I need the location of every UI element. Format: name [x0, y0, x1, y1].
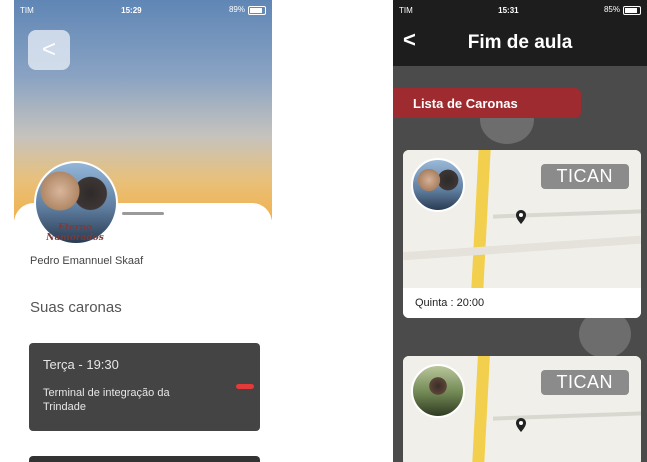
- left-phone-screen: TIM 15:29 89% < Eterno Namorados Pedro E…: [14, 0, 272, 462]
- map-road: [471, 150, 491, 288]
- clock: 15:31: [498, 5, 519, 15]
- battery-indicator: 89%: [229, 5, 266, 15]
- page-title: Fim de aula: [467, 32, 573, 53]
- battery-icon: [247, 5, 266, 15]
- drag-handle[interactable]: [122, 212, 164, 215]
- map-pin-icon: [516, 418, 526, 432]
- map: TICAN: [403, 150, 641, 288]
- carrier-label: TIM: [20, 5, 34, 15]
- ride-time: Quinta : 20:00: [403, 288, 641, 318]
- map: TICAN: [403, 356, 641, 462]
- user-name: Pedro Emannuel Skaaf: [30, 255, 144, 267]
- tab-lista-de-caronas[interactable]: Lista de Caronas: [393, 88, 581, 118]
- ride-card[interactable]: [29, 456, 260, 462]
- map-pin-icon: [516, 210, 526, 224]
- map-road: [403, 235, 641, 261]
- chevron-left-icon: <: [41, 36, 56, 63]
- battery-indicator: 85%: [604, 5, 641, 15]
- status-bar: TIM 15:31 85%: [393, 0, 647, 20]
- ride-card[interactable]: Terça - 19:30 Terminal de integração da …: [29, 343, 260, 431]
- status-bar: TIM 15:29 89%: [14, 0, 272, 20]
- status-indicator: [236, 384, 254, 389]
- right-phone-screen: TIM 15:31 85% < Fim de aula Lista de Car…: [393, 0, 647, 462]
- back-button[interactable]: <: [28, 30, 70, 70]
- header: TIM 15:31 85% < Fim de aula: [393, 0, 647, 66]
- route-badge: TICAN: [540, 370, 629, 395]
- ride-time: Terça - 19:30: [43, 357, 119, 372]
- ride-card[interactable]: TICAN: [403, 356, 641, 462]
- route-badge: TICAN: [540, 164, 629, 189]
- ride-place: Terminal de integração da Trindade: [43, 387, 170, 413]
- avatar: [411, 158, 465, 212]
- clock: 15:29: [121, 5, 142, 15]
- tab-label: Lista de Caronas: [413, 95, 518, 111]
- ride-card[interactable]: TICAN Quinta : 20:00: [403, 150, 641, 318]
- avatar-caption: Eterno Namorados: [46, 223, 104, 243]
- battery-icon: [622, 5, 641, 15]
- section-title: Suas caronas: [30, 299, 122, 316]
- carrier-label: TIM: [399, 5, 413, 15]
- avatar: [411, 364, 465, 418]
- map-road: [472, 356, 490, 462]
